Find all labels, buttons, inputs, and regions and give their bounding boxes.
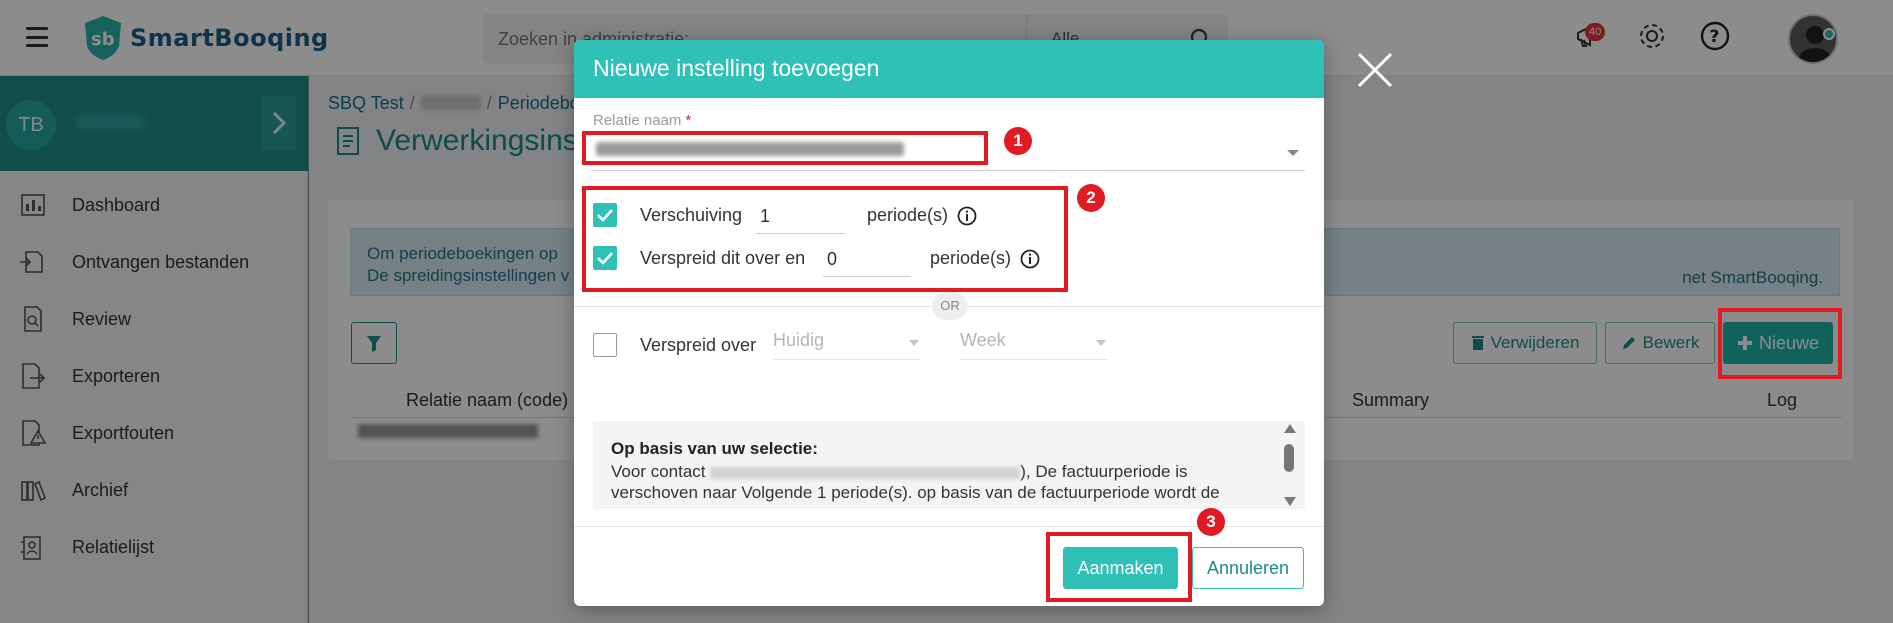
annotation-box-new xyxy=(1718,308,1842,379)
spread-over-checkbox[interactable] xyxy=(593,333,617,357)
annotation-box-periods xyxy=(582,186,1068,292)
spread-over-unit-select[interactable]: Week xyxy=(960,330,1108,360)
selection-summary: Op basis van uw selectie: Voor contact )… xyxy=(593,421,1305,509)
summary-mid: ), De factuurperiode is xyxy=(1020,462,1188,481)
summary-title: Op basis van uw selectie: xyxy=(611,439,818,458)
annotation-box-create xyxy=(1046,532,1192,602)
modal-header: Nieuwe instelling toevoegen xyxy=(574,40,1324,98)
spread-over-unit-value: Week xyxy=(960,330,1006,350)
summary-text: Voor contact ), De factuurperiode is ver… xyxy=(611,461,1271,503)
required-marker: * xyxy=(685,112,692,129)
scroll-up-icon[interactable] xyxy=(1283,422,1297,434)
annotation-marker-2: 2 xyxy=(1077,184,1105,212)
summary-prefix: Voor contact xyxy=(611,462,706,481)
close-icon[interactable] xyxy=(1355,50,1395,90)
cancel-button[interactable]: Annuleren xyxy=(1192,547,1304,589)
annotation-box-relation xyxy=(582,131,988,165)
spread-over-period-select[interactable]: Huidig xyxy=(773,330,921,360)
annotation-marker-1: 1 xyxy=(1004,127,1032,155)
relation-name-label-text: Relatie naam xyxy=(593,112,682,129)
relation-field-underline xyxy=(593,170,1305,171)
annotation-marker-3: 3 xyxy=(1197,508,1225,536)
or-separator: OR xyxy=(932,292,968,320)
chevron-down-icon xyxy=(909,340,919,346)
spread-over-label: Verspreid over xyxy=(640,335,757,355)
contact-name-redacted xyxy=(710,466,1021,479)
summary-line: verschoven naar Volgende 1 periode(s). o… xyxy=(611,483,1220,502)
relation-name-label: Relatie naam * xyxy=(593,112,691,129)
chevron-down-icon[interactable] xyxy=(1286,148,1300,158)
modal-title: Nieuwe instelling toevoegen xyxy=(593,55,880,81)
scroll-down-icon[interactable] xyxy=(1283,496,1297,508)
scrollbar-thumb[interactable] xyxy=(1284,444,1294,472)
chevron-down-icon xyxy=(1096,340,1106,346)
spread-over-period-value: Huidig xyxy=(773,330,825,350)
